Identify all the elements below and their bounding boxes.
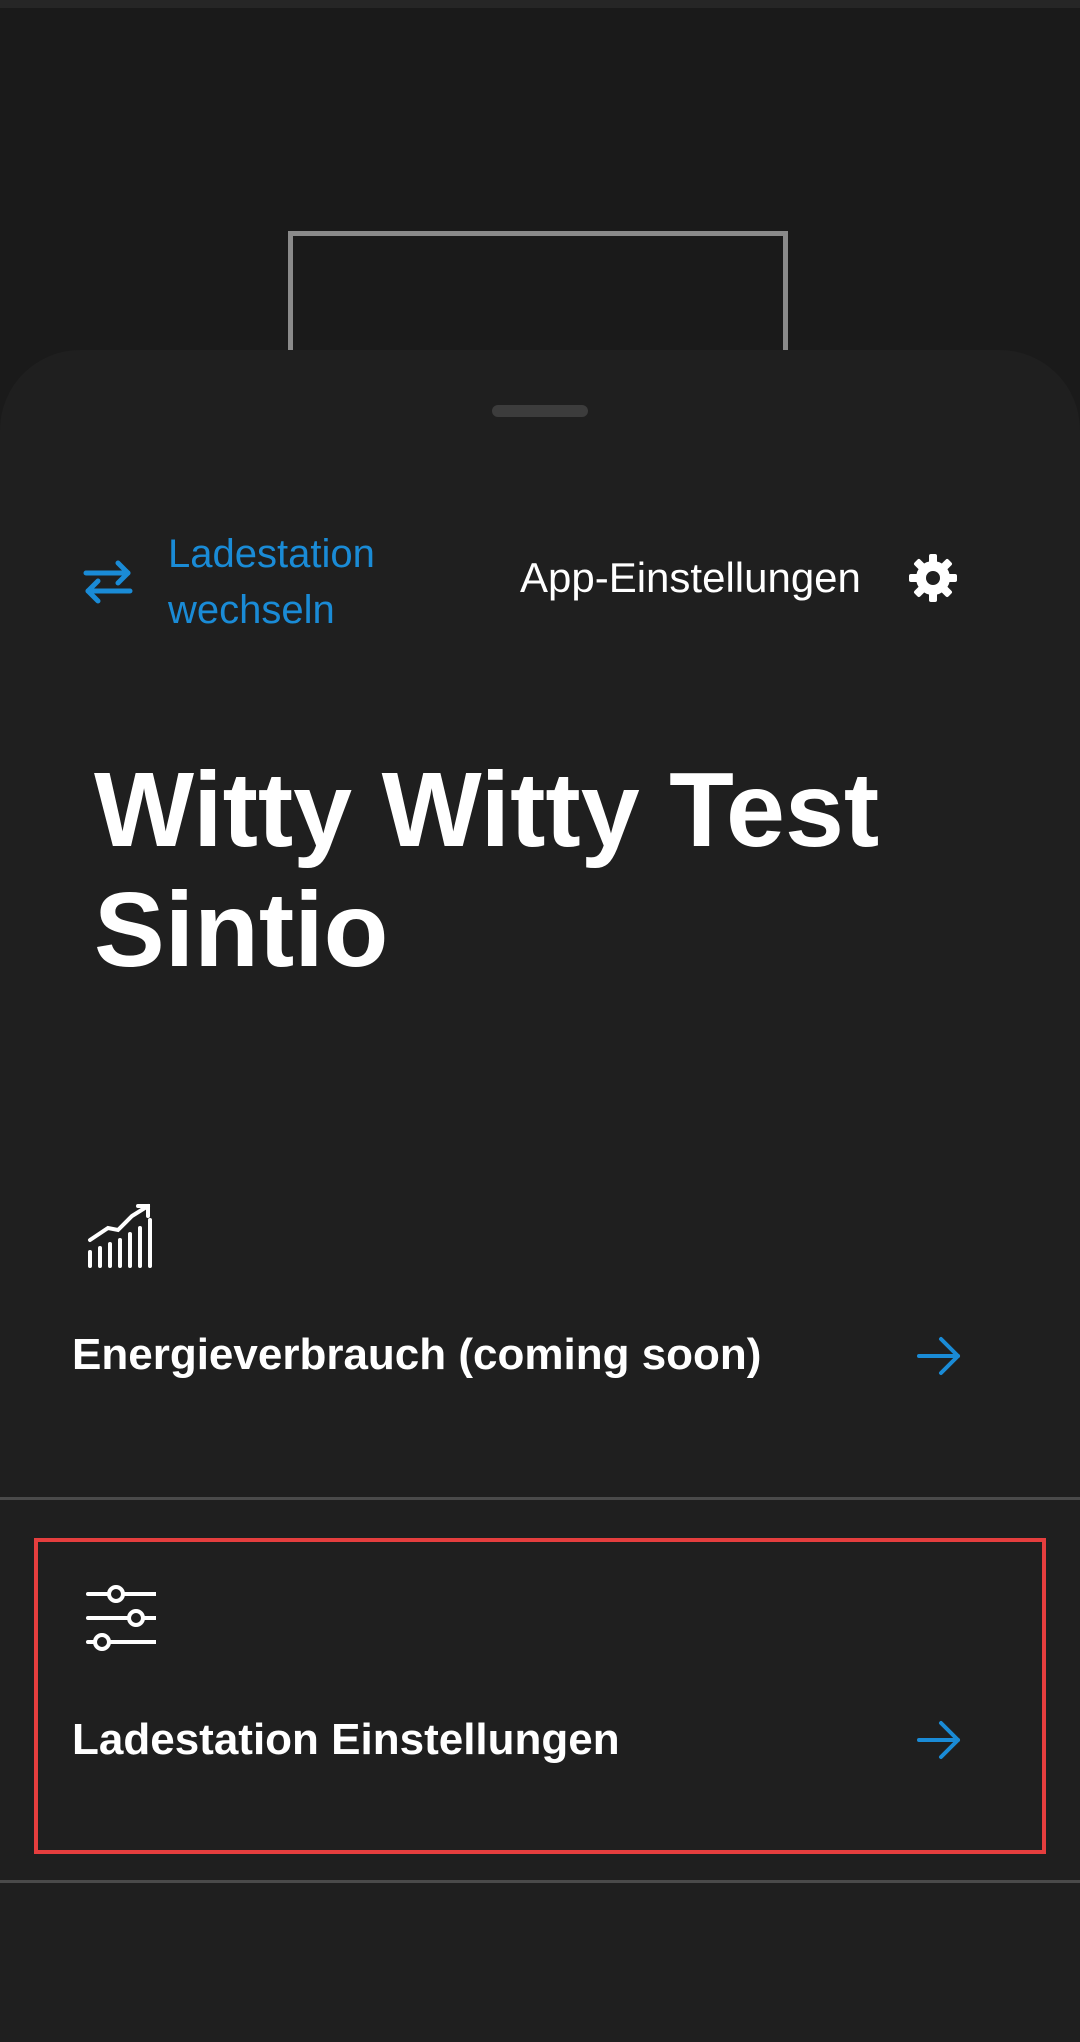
switch-station-button[interactable]: Ladestation wechseln <box>82 526 428 638</box>
station-settings-label: Ladestation Einstellungen <box>72 1715 620 1764</box>
energy-consumption-menu-item[interactable]: Energieverbrauch (coming soon) <box>0 1180 1080 1497</box>
gear-icon <box>908 554 957 602</box>
sliders-icon <box>86 1585 156 1651</box>
divider <box>0 1880 1080 1883</box>
app-settings-button[interactable]: App-Einstellungen <box>520 550 959 606</box>
energy-consumption-label: Energieverbrauch (coming soon) <box>72 1330 762 1379</box>
sheet-drag-handle[interactable] <box>492 405 588 417</box>
arrow-right-icon <box>917 1721 960 1759</box>
station-settings-menu-item[interactable]: Ladestation Einstellungen <box>0 1500 1080 1880</box>
arrow-right-icon <box>917 1337 960 1375</box>
screen: Ladestation wechseln App-Einstellungen W… <box>0 0 1080 2042</box>
chart-growth-icon <box>88 1204 152 1268</box>
station-name-title: Witty Witty Test Sintio <box>94 751 880 989</box>
status-bar <box>0 0 1080 8</box>
switch-station-label: Ladestation wechseln <box>168 532 375 632</box>
app-settings-label: App-Einstellungen <box>520 554 861 601</box>
switch-arrows-icon <box>83 560 133 604</box>
